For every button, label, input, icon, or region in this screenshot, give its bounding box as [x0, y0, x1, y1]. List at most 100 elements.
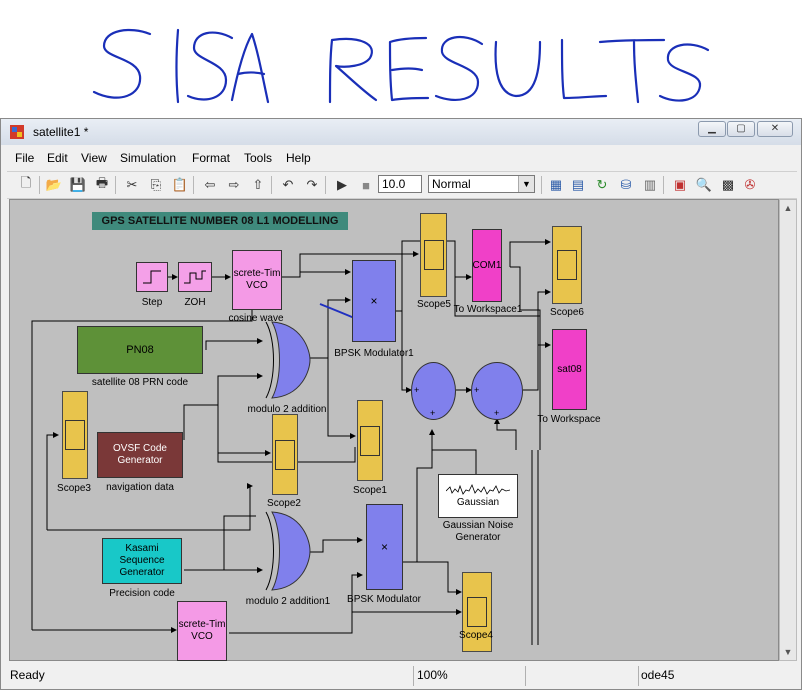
kasami-sequence-generator[interactable]: Kasami Sequence Generator	[102, 538, 182, 584]
sum-1-plus-bottom: +	[430, 408, 436, 418]
scope-screen-icon	[423, 240, 444, 270]
zoh-icon	[184, 270, 206, 284]
menu-simulation[interactable]: Simulation	[120, 151, 176, 165]
model-advisor-icon[interactable]: 🔍	[695, 176, 713, 194]
title-bar: satellite1 * ▁ ▢ ✕	[1, 119, 801, 145]
profiler-icon[interactable]: ✇	[741, 176, 759, 194]
copy-icon[interactable]: ⎘	[147, 176, 165, 194]
sum-2-plus-left: +	[474, 385, 480, 395]
menu-format[interactable]: Format	[192, 151, 230, 165]
cut-icon[interactable]: ✂	[123, 176, 141, 194]
scope3-block[interactable]	[62, 391, 88, 479]
xor-gate-2[interactable]	[262, 510, 312, 592]
scope6-block[interactable]	[552, 226, 582, 304]
update-diagram-icon[interactable]: ↻	[593, 176, 611, 194]
gaussian-label: Gaussian Noise Generator	[442, 520, 514, 543]
open-icon[interactable]: 📂	[45, 176, 63, 194]
window-title: satellite1 *	[33, 125, 89, 139]
diagram-heading: GPS SATELLITE NUMBER 08 L1 MODELLING	[92, 212, 348, 230]
maximize-icon[interactable]: ▢	[727, 121, 755, 137]
scope-screen-icon	[467, 597, 487, 627]
scope2-label: Scope2	[267, 498, 301, 509]
save-icon[interactable]: 💾	[69, 176, 87, 194]
scope1-block[interactable]	[357, 400, 383, 481]
xor-gate-1[interactable]	[262, 320, 312, 400]
menu-help[interactable]: Help	[286, 151, 311, 165]
gaussian-noise-block[interactable]: Gaussian	[438, 474, 518, 518]
menu-edit[interactable]: Edit	[47, 151, 68, 165]
zoh-label: ZOH	[184, 297, 206, 308]
com1-label: To Workspace1	[453, 304, 523, 315]
debug-icon[interactable]: ▥	[641, 176, 659, 194]
scope3-label: Scope3	[57, 483, 91, 494]
gaussian-text: Gaussian	[456, 497, 500, 508]
menu-bar: File Edit View Simulation Format Tools H…	[7, 149, 797, 169]
scope-screen-icon	[275, 439, 295, 470]
menu-tools[interactable]: Tools	[244, 151, 272, 165]
noise-waveform-icon	[446, 484, 510, 495]
step-block[interactable]	[136, 262, 168, 292]
back-icon[interactable]: ⇦	[201, 176, 219, 194]
sat08-label: To Workspace	[537, 414, 601, 425]
stop-time-input[interactable]: 10.0	[378, 175, 422, 193]
vertical-scrollbar[interactable]: ▲ ▼	[779, 199, 797, 661]
library-browser-icon[interactable]: ▦	[547, 176, 565, 194]
step-label: Step	[141, 297, 163, 308]
pn08-label: satellite 08 PRN code	[91, 377, 189, 388]
menu-view[interactable]: View	[81, 151, 107, 165]
zoom-level: 100%	[417, 668, 448, 682]
up-icon[interactable]: ⇧	[249, 176, 267, 194]
explorer-icon[interactable]: ▩	[719, 176, 737, 194]
simulation-mode-value: Normal	[432, 177, 471, 191]
pn08-block[interactable]: PN08	[77, 326, 203, 374]
toolbar: 🗋 📂 💾 🖶 ✂ ⎘ 📋 ⇦ ⇨ ⇧ ↶ ↷ ▶ ■ 10.0 Normal …	[7, 171, 797, 199]
new-model-icon[interactable]: 🗋	[17, 175, 35, 194]
zoh-block[interactable]	[178, 262, 212, 292]
kasami-label: Precision code	[109, 588, 175, 599]
start-simulation-icon[interactable]: ▶	[333, 176, 351, 194]
close-icon[interactable]: ✕	[757, 121, 793, 137]
stop-simulation-icon[interactable]: ■	[357, 176, 375, 194]
scope5-block[interactable]	[420, 213, 447, 297]
scope2-block[interactable]	[272, 414, 298, 495]
com1-block[interactable]: COM1	[472, 229, 502, 302]
sum-1-plus-left: +	[414, 385, 420, 395]
scroll-down-icon[interactable]: ▼	[780, 644, 796, 660]
model-canvas[interactable]: GPS SATELLITE NUMBER 08 L1 MODELLING Ste…	[9, 199, 779, 661]
paste-icon[interactable]: 📋	[171, 176, 189, 194]
build-icon[interactable]: ⛁	[617, 176, 635, 194]
print-icon[interactable]: 🖶	[93, 175, 111, 194]
minimize-icon[interactable]: ▁	[698, 121, 726, 137]
undo-icon[interactable]: ↶	[279, 176, 297, 194]
scope4-label: Scope4	[459, 630, 493, 641]
scope5-label: Scope5	[417, 299, 451, 310]
status-text: Ready	[10, 668, 45, 682]
scope-screen-icon	[360, 425, 380, 456]
ovsf-code-generator[interactable]: OVSF Code Generator	[97, 432, 183, 478]
scope6-label: Scope6	[550, 307, 584, 318]
solver-name: ode45	[641, 668, 675, 682]
simulink-app-icon	[10, 125, 24, 139]
handwritten-title	[92, 28, 710, 104]
scope-screen-icon	[65, 420, 85, 450]
model-explorer-icon[interactable]: ▤	[569, 176, 587, 194]
scroll-up-icon[interactable]: ▲	[780, 200, 796, 216]
simulink-window: satellite1 * ▁ ▢ ✕ File Edit View Simula…	[0, 118, 802, 690]
bpsk-modulator-2[interactable]: ×	[366, 504, 403, 590]
scope-screen-icon	[557, 250, 577, 280]
vco-block-1[interactable]: screte-Tim VCO	[232, 250, 282, 310]
simulation-mode-select[interactable]: Normal ▼	[428, 175, 535, 193]
chevron-down-icon[interactable]: ▼	[518, 176, 534, 192]
bpsk-modulator-1-label: BPSK Modulator1	[334, 348, 414, 359]
menu-file[interactable]: File	[15, 151, 34, 165]
bpsk-modulator-1[interactable]: ×	[352, 260, 396, 342]
redo-icon[interactable]: ↷	[303, 176, 321, 194]
sum-2-plus-bottom: +	[494, 408, 500, 418]
status-bar: Ready 100% ode45	[1, 664, 801, 688]
forward-icon[interactable]: ⇨	[225, 176, 243, 194]
vco-block-2[interactable]: screte-Tim VCO	[177, 601, 227, 661]
bpsk-modulator-2-label: BPSK Modulator	[347, 594, 421, 605]
sat08-block[interactable]: sat08	[552, 329, 587, 410]
library-icon[interactable]: ▣	[671, 176, 689, 194]
scope1-label: Scope1	[353, 485, 387, 496]
